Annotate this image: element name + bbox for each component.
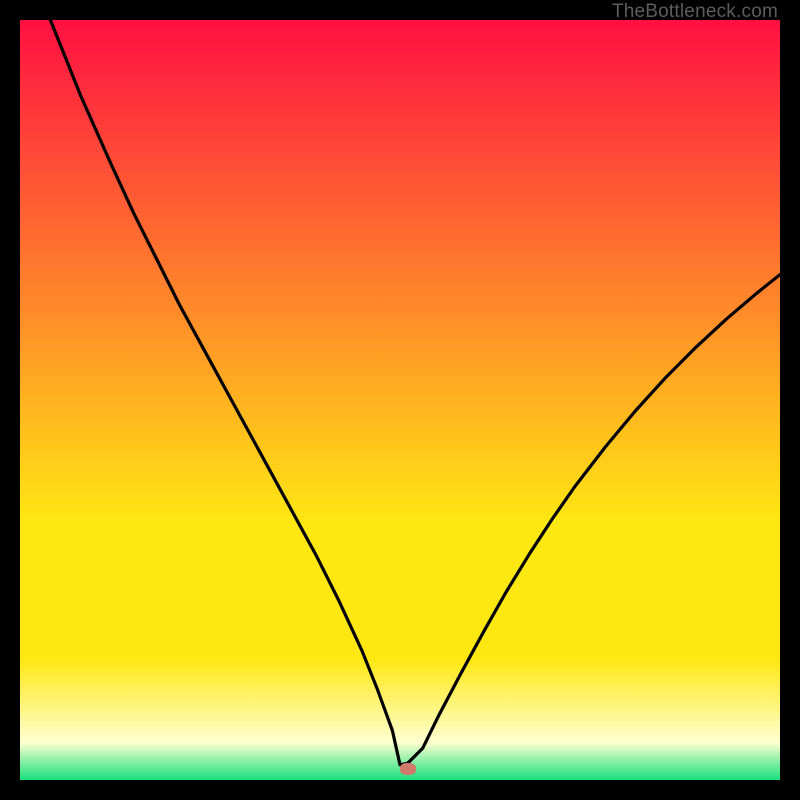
chart-frame: TheBottleneck.com bbox=[0, 0, 800, 800]
plot-area bbox=[20, 20, 780, 780]
bottleneck-curve bbox=[50, 20, 780, 765]
optimum-marker bbox=[400, 763, 416, 775]
curve-layer bbox=[20, 20, 780, 780]
